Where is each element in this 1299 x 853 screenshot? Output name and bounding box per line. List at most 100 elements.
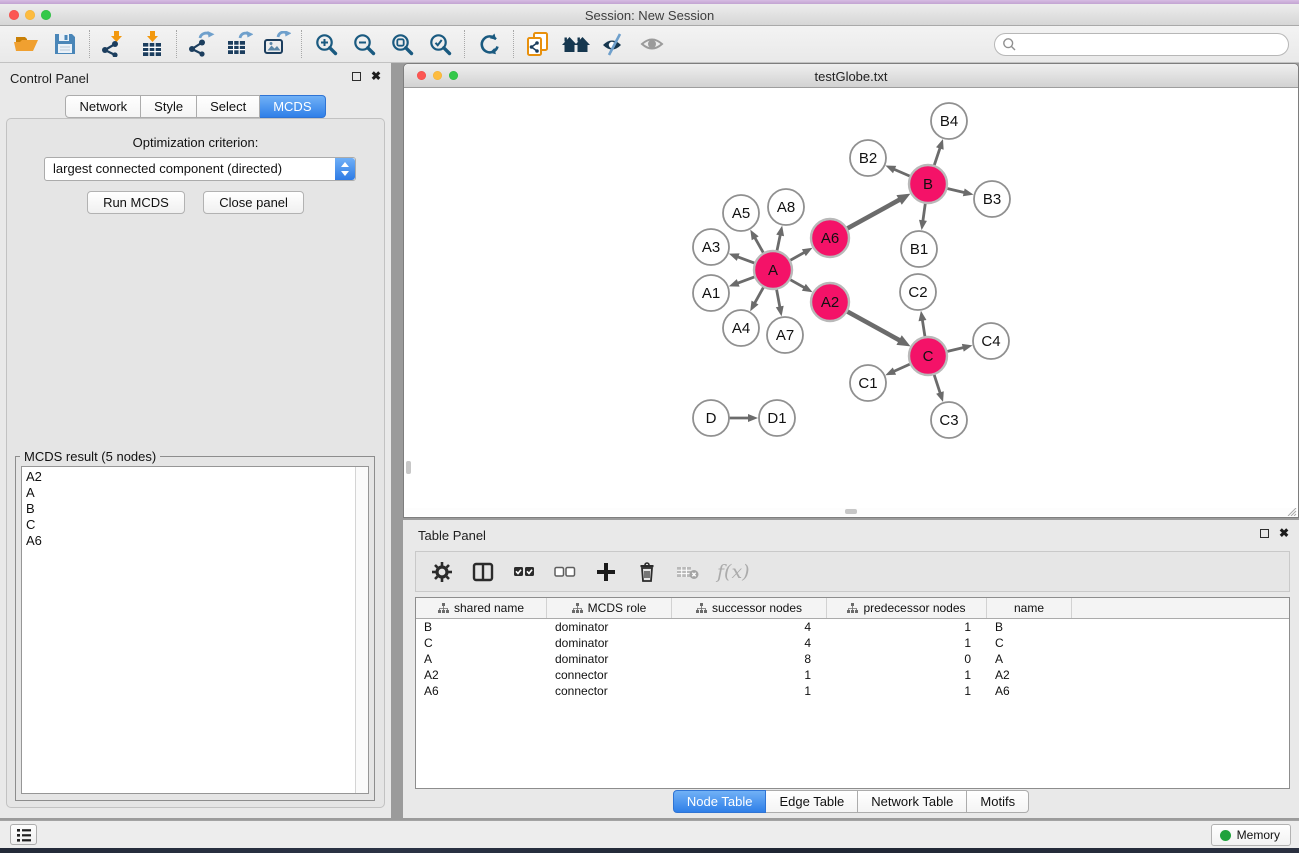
column-header-label: predecessor nodes (863, 601, 965, 615)
graph-edge-arrowhead (750, 230, 758, 241)
network-window-titlebar[interactable]: testGlobe.txt (404, 64, 1298, 88)
mcds-result-title: MCDS result (5 nodes) (20, 449, 160, 464)
network-canvas-svg: B4B2BB3A5A8A6B1A3AC2A1A2A4A7C4CC1C3DD1 (405, 89, 1297, 508)
graph-node-label: D1 (767, 410, 786, 427)
tab-network-table[interactable]: Network Table (858, 790, 967, 813)
graph-node-label: C (923, 348, 934, 365)
graph-node-label: A7 (776, 327, 794, 344)
clone-network-icon[interactable] (519, 28, 557, 60)
dropdown-stepper-icon (335, 158, 355, 180)
network-horizontal-scrollbar[interactable] (405, 508, 1297, 516)
graph-edge-arrowhead (729, 253, 740, 261)
export-image-icon[interactable] (258, 28, 296, 60)
show-panels-list-button[interactable] (10, 824, 37, 845)
table-cell: dominator (547, 619, 672, 635)
result-list-scrollbar[interactable] (355, 467, 368, 793)
criterion-dropdown[interactable]: largest connected component (directed) (44, 157, 356, 181)
memory-status-icon (1220, 830, 1231, 841)
graph-node-label: D (706, 410, 717, 427)
export-table-icon[interactable] (220, 28, 258, 60)
mcds-result-item[interactable]: A2 (26, 469, 350, 485)
tab-edge-table[interactable]: Edge Table (766, 790, 858, 813)
window-title: Session: New Session (0, 8, 1299, 23)
search-input[interactable] (1017, 36, 1288, 54)
open-session-icon[interactable] (8, 28, 46, 60)
table-row[interactable]: Adominator80A (416, 651, 1289, 667)
table-cell: C (987, 635, 1072, 651)
add-column-icon[interactable] (594, 560, 618, 584)
graph-edge-arrowhead (962, 344, 973, 352)
mcds-result-item[interactable]: A6 (26, 533, 350, 549)
mcds-result-item[interactable]: A (26, 485, 350, 501)
zoom-in-icon[interactable] (307, 28, 345, 60)
zoom-out-icon[interactable] (345, 28, 383, 60)
close-panel-icon[interactable]: ✖ (1279, 528, 1289, 538)
save-session-icon[interactable] (46, 28, 84, 60)
control-panel: Control Panel ✖ NetworkStyleSelectMCDS O… (0, 63, 391, 818)
export-network-icon[interactable] (182, 28, 220, 60)
refresh-layout-icon[interactable] (470, 28, 508, 60)
column-header-mcds-role[interactable]: MCDS role (547, 598, 672, 618)
graph-node-label: C4 (981, 333, 1000, 350)
network-vertical-scroll-thumb[interactable] (406, 461, 411, 474)
column-header-successor-nodes[interactable]: successor nodes (672, 598, 827, 618)
run-mcds-button[interactable]: Run MCDS (87, 191, 185, 214)
resize-grip-icon[interactable] (1285, 508, 1297, 516)
close-panel-icon[interactable]: ✖ (371, 71, 381, 81)
table-cell: 1 (827, 619, 987, 635)
mcds-result-group: MCDS result (5 nodes) A2ABCA6 (15, 456, 375, 801)
import-table-icon[interactable] (133, 28, 171, 60)
table-cell: 4 (672, 619, 827, 635)
network-canvas[interactable]: B4B2BB3A5A8A6B1A3AC2A1A2A4A7C4CC1C3DD1 (405, 89, 1297, 508)
table-cell: B (416, 619, 547, 635)
zoom-selected-icon[interactable] (421, 28, 459, 60)
delete-table-icon[interactable] (676, 560, 700, 584)
status-bar: Memory (0, 820, 1299, 848)
network-horizontal-scroll-thumb[interactable] (845, 509, 857, 514)
delete-column-icon[interactable] (635, 560, 659, 584)
graph-edge-arrowhead (936, 139, 944, 150)
import-network-icon[interactable] (95, 28, 133, 60)
split-columns-icon[interactable] (471, 560, 495, 584)
tab-network[interactable]: Network (65, 95, 141, 118)
table-row[interactable]: A6connector11A6 (416, 683, 1289, 699)
column-header-name[interactable]: name (987, 598, 1072, 618)
mcds-result-item[interactable]: C (26, 517, 350, 533)
graph-node-label: B (923, 176, 933, 193)
mcds-result-item[interactable]: B (26, 501, 350, 517)
mcds-tab-content: Optimization criterion: largest connecte… (6, 118, 385, 808)
close-panel-button[interactable]: Close panel (203, 191, 304, 214)
tab-mcds[interactable]: MCDS (260, 95, 325, 118)
tab-select[interactable]: Select (197, 95, 260, 118)
graph-edge-arrowhead (729, 279, 740, 287)
table-row[interactable]: Bdominator41B (416, 619, 1289, 635)
float-panel-icon[interactable] (352, 72, 361, 81)
column-header-shared-name[interactable]: shared name (416, 598, 547, 618)
select-all-checkboxes-icon[interactable] (512, 560, 536, 584)
table-header: shared nameMCDS rolesuccessor nodes prede… (416, 598, 1289, 619)
deselect-all-checkboxes-icon[interactable] (553, 560, 577, 584)
table-cell: 0 (827, 651, 987, 667)
graph-node-label: A6 (821, 230, 839, 247)
show-graphics-details-icon[interactable] (595, 28, 633, 60)
toolbar-separator (176, 30, 177, 58)
function-builder-icon[interactable]: f(x) (717, 560, 750, 584)
float-panel-icon[interactable] (1260, 529, 1269, 538)
table-row[interactable]: A2connector11A2 (416, 667, 1289, 683)
table-row[interactable]: Cdominator41C (416, 635, 1289, 651)
first-neighbors-icon[interactable] (557, 28, 595, 60)
tab-style[interactable]: Style (141, 95, 197, 118)
table-cell: 1 (827, 683, 987, 699)
tab-node-table[interactable]: Node Table (673, 790, 767, 813)
graph-edge-arrowhead (919, 311, 927, 321)
gear-icon[interactable] (430, 560, 454, 584)
toolbar-search-field[interactable] (994, 33, 1289, 56)
tab-motifs[interactable]: Motifs (967, 790, 1029, 813)
mcds-result-list: A2ABCA6 (21, 466, 369, 794)
eye-icon[interactable] (633, 28, 671, 60)
table-cell: A2 (987, 667, 1072, 683)
zoom-fit-icon[interactable] (383, 28, 421, 60)
memory-button[interactable]: Memory (1211, 824, 1291, 846)
criterion-dropdown-value: largest connected component (directed) (45, 158, 335, 180)
column-header-predecessor-nodes[interactable]: predecessor nodes (827, 598, 987, 618)
